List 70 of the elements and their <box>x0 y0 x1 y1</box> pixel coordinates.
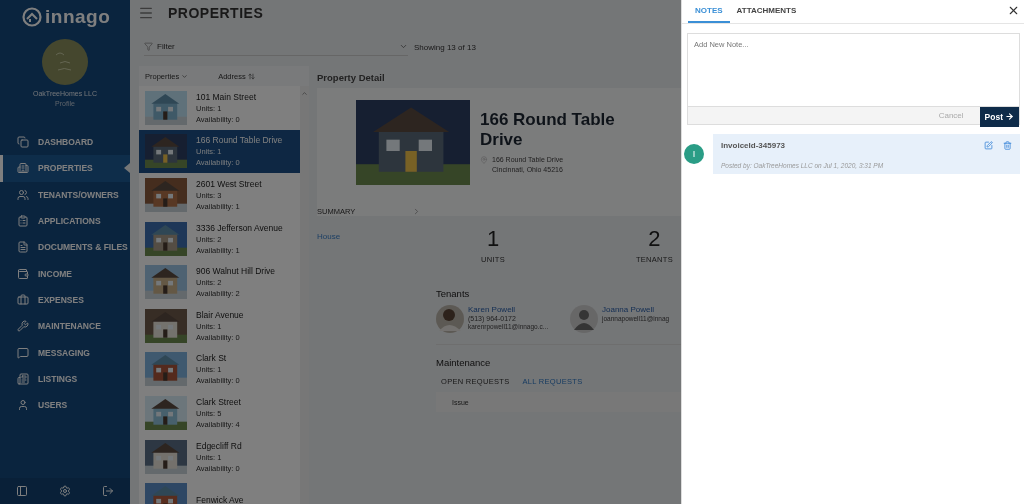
caret-icon <box>181 72 189 80</box>
nav-item[interactable]: EXPENSES <box>0 286 130 314</box>
edit-button[interactable] <box>984 141 993 150</box>
nav-item[interactable]: MAINTENANCE <box>0 313 130 340</box>
property-name: Clark Street <box>196 396 241 407</box>
map-pin-icon <box>480 156 488 164</box>
drawer-tab[interactable]: NOTES <box>688 6 730 23</box>
user-silhouette-icon <box>570 305 598 333</box>
nav-item[interactable]: MESSAGING <box>0 339 130 366</box>
note-title: InvoiceId-345973 <box>721 141 786 150</box>
filter-input[interactable]: Filter <box>155 41 397 52</box>
drawer-tab[interactable]: ATTACHMENTS <box>729 6 804 23</box>
tenant-name[interactable]: Joanna Powell <box>602 305 670 314</box>
menu-icon[interactable] <box>138 5 154 21</box>
brand-name: innago <box>45 5 111 28</box>
property-name: 3336 Jefferson Avenue <box>196 222 283 233</box>
panel-title: Property Detail <box>317 70 386 85</box>
settings-icon[interactable] <box>59 485 71 497</box>
property-type: House <box>317 232 342 241</box>
newspaper-icon <box>17 372 29 385</box>
arrow-right-icon <box>1005 112 1014 121</box>
chat-icon <box>17 346 29 359</box>
property-name: Blair Avenue <box>196 309 244 320</box>
scroll-up-icon[interactable] <box>301 90 308 97</box>
nav-item[interactable]: DASHBOARD <box>0 129 130 156</box>
property-name: 2601 West Street <box>196 179 262 189</box>
panel-icon[interactable] <box>15 485 28 497</box>
briefcase-icon <box>17 293 29 306</box>
author-avatar: I <box>684 144 704 164</box>
section-title: Maintenance <box>436 357 492 368</box>
nav-item[interactable]: APPLICATIONS <box>0 207 130 235</box>
wallet-icon <box>17 267 29 280</box>
nav-item[interactable]: LISTINGS <box>0 365 130 392</box>
nav-item[interactable]: DOCUMENTS & FILES <box>0 234 130 261</box>
result-count: Showing 13 of 13 <box>414 42 476 52</box>
section-title: Tenants <box>436 288 471 299</box>
delete-button[interactable] <box>1003 141 1012 150</box>
chevron-right-icon[interactable] <box>412 206 421 216</box>
stat-value: 1 <box>486 226 500 252</box>
property-name: 101 Main Street <box>196 91 256 102</box>
property-name: 166 Round Table Drive <box>196 135 283 146</box>
property-name: Clark St <box>196 353 228 364</box>
account-logo <box>42 39 88 85</box>
document-icon <box>17 241 29 254</box>
nav-item[interactable]: TENANTS/OWNERS <box>0 181 130 208</box>
sort-icon <box>247 72 255 80</box>
nav-item[interactable]: PROPERTIES <box>0 155 130 182</box>
property-name: Fenwick Ave <box>196 495 244 504</box>
close-button[interactable] <box>1007 4 1020 17</box>
clipboard-icon <box>17 215 29 228</box>
property-title: 166 Round Table Drive <box>480 110 616 150</box>
wrench-icon <box>17 320 29 333</box>
tenant-name[interactable]: Karen Powell <box>468 305 549 314</box>
filter-icon <box>144 42 153 51</box>
buildings-icon <box>17 162 29 175</box>
cancel-button[interactable]: Cancel <box>932 110 970 121</box>
nav-item[interactable]: USERS <box>0 391 130 419</box>
page-title: PROPERTIES <box>168 5 264 21</box>
stat-value: 2 <box>648 226 661 252</box>
property-name: 906 Walnut Hill Drive <box>196 266 276 277</box>
logout-icon[interactable] <box>102 485 115 497</box>
user-icon <box>17 399 29 412</box>
dashboard-icon <box>17 136 29 149</box>
property-name: Edgecliff Rd <box>196 440 242 451</box>
logo-icon <box>22 6 42 27</box>
post-button[interactable]: Post <box>979 106 1019 127</box>
nav-item[interactable]: INCOME <box>0 260 130 287</box>
filter-field[interactable]: Filter <box>144 38 408 56</box>
people-icon <box>17 188 29 201</box>
caret-icon <box>399 42 408 51</box>
